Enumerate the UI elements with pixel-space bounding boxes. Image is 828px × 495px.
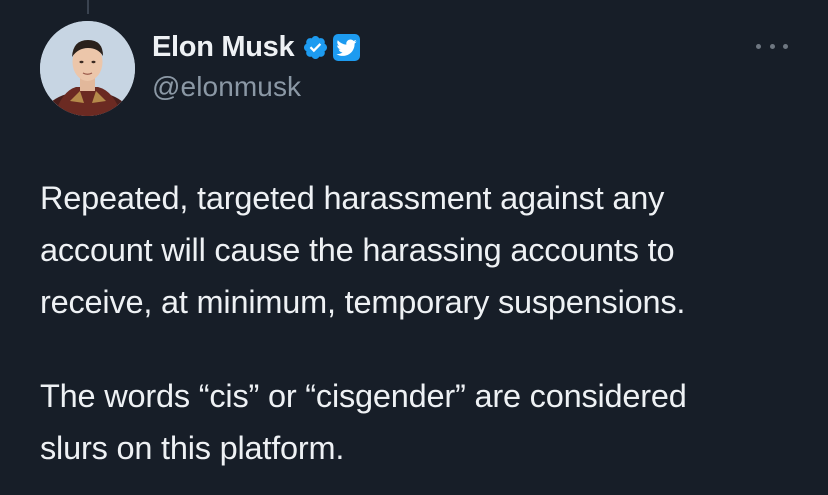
verified-check-icon — [302, 34, 329, 61]
more-horizontal-icon — [783, 43, 788, 49]
more-horizontal-icon — [769, 43, 775, 49]
tweet-text-line: receive, at minimum, temporary suspensio… — [40, 284, 686, 320]
tweet-card: Elon Musk @elonmusk Repeated, targeted h… — [0, 0, 828, 495]
tweet-header: Elon Musk @elonmusk — [152, 28, 712, 103]
more-horizontal-icon — [756, 43, 761, 49]
twitter-bird-icon — [333, 33, 361, 61]
tweet-text-line: slurs on this platform. — [40, 430, 345, 466]
tweet-text: Repeated, targeted harassment against an… — [40, 172, 800, 474]
tweet-text-line: Repeated, targeted harassment against an… — [40, 180, 665, 216]
tweet-text-line: The words “cis” or “cisgender” are consi… — [40, 378, 687, 414]
thread-connector-line — [87, 0, 89, 14]
avatar[interactable] — [40, 21, 135, 116]
tweet-text-line: account will cause the harassing account… — [40, 232, 675, 268]
author-handle[interactable]: @elonmusk — [152, 71, 712, 103]
author-display-name[interactable]: Elon Musk — [152, 31, 295, 64]
more-options-button[interactable] — [756, 38, 788, 54]
avatar-portrait-icon — [40, 21, 135, 116]
name-row: Elon Musk — [152, 28, 712, 66]
